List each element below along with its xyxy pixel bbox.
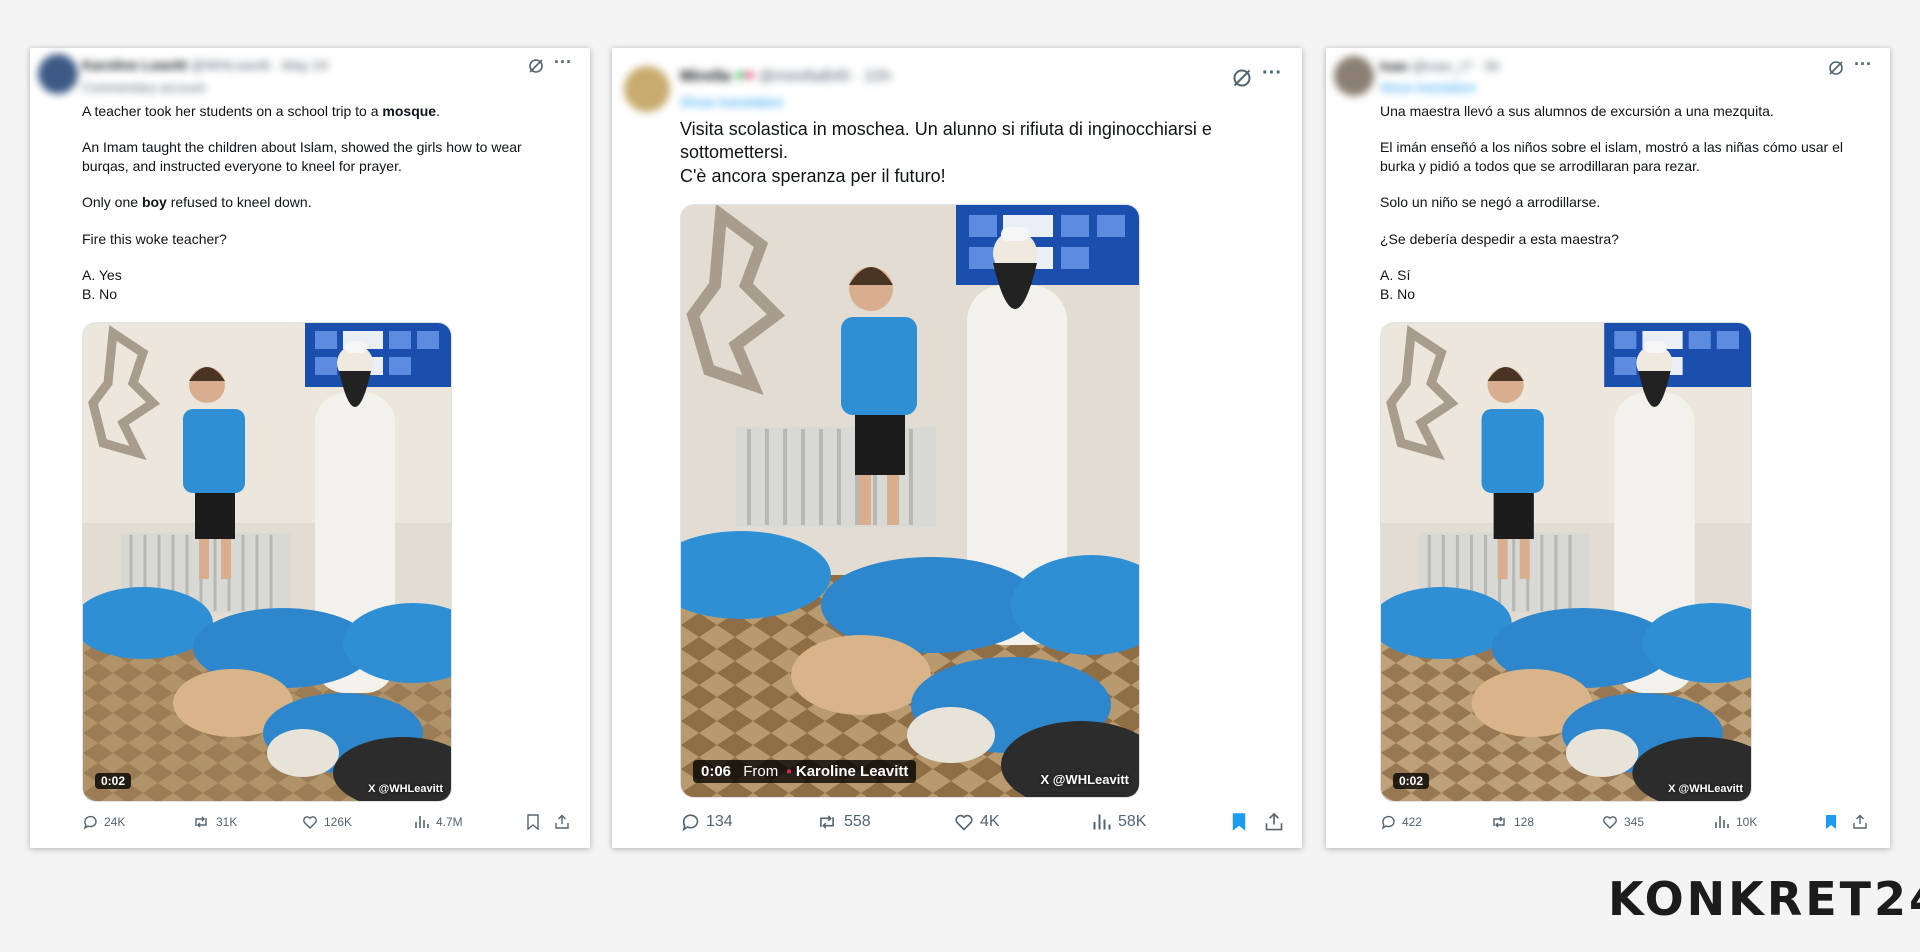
author-avatar[interactable]	[624, 66, 670, 112]
from-label: From	[743, 763, 779, 780]
view-count: 58K	[1118, 813, 1147, 830]
tweet-date: 5h	[1484, 58, 1501, 74]
bookmark-button[interactable]	[1824, 814, 1838, 830]
tweet-text: A teacher took her students on a school …	[82, 103, 522, 302]
like-button[interactable]: 126K	[302, 814, 352, 830]
more-options-icon[interactable]: ···	[1854, 54, 1872, 75]
author-header[interactable]: Karoline Leavitt @WHLeavitt · May 24	[82, 57, 328, 73]
tweet-card-spanish: Ivan @ivan_r7 · 5h Show translation ··· …	[1326, 48, 1890, 848]
grok-icon[interactable]	[1828, 60, 1844, 81]
bookmark-filled-icon	[1232, 813, 1246, 831]
video-frame	[681, 205, 1139, 797]
share-button[interactable]	[1852, 814, 1868, 830]
grok-icon[interactable]	[1232, 68, 1252, 93]
repost-count: 558	[844, 813, 871, 830]
share-icon	[555, 814, 569, 829]
video-watermark: X @WHLeavitt	[1040, 772, 1129, 787]
views-icon	[1093, 814, 1111, 830]
views-button[interactable]: 4.7M	[414, 814, 463, 830]
bookmark-button[interactable]	[526, 814, 540, 830]
reply-count: 24K	[104, 815, 126, 829]
heart-icon	[1603, 816, 1617, 829]
repost-button[interactable]: 128	[1490, 814, 1534, 830]
flag-icon: ▪	[786, 763, 792, 780]
reply-count: 134	[706, 813, 733, 830]
grok-icon[interactable]	[528, 58, 544, 79]
translation-link[interactable]: Show translation	[680, 94, 784, 110]
repost-button[interactable]: 31K	[192, 814, 237, 830]
like-count: 4K	[980, 813, 1000, 830]
author-name[interactable]: Karoline Leavitt	[82, 57, 187, 73]
heart-icon	[303, 816, 317, 829]
video-timestamp: 0:02	[1393, 773, 1430, 789]
author-header[interactable]: Mirella ♥♥ @mirellaB45 · 22h	[680, 68, 891, 86]
author-handle: @mirellaB45	[758, 68, 851, 85]
view-count: 4.7M	[436, 815, 463, 829]
like-button[interactable]: 4K	[954, 812, 1000, 832]
more-options-icon[interactable]: ···	[1262, 62, 1282, 85]
like-count: 345	[1624, 815, 1645, 829]
source-name[interactable]: Karoline Leavitt	[796, 763, 909, 780]
video-player[interactable]: 0:02 X @WHLeavitt	[1380, 322, 1752, 802]
author-header[interactable]: Ivan @ivan_r7 · 5h	[1380, 58, 1500, 74]
view-count: 10K	[1736, 815, 1758, 829]
more-options-icon[interactable]: ···	[554, 52, 572, 73]
reply-button[interactable]: 422	[1380, 814, 1422, 830]
tweet-text: Visita scolastica in moschea. Un alunno …	[680, 119, 1212, 186]
video-timestamp: 0:06	[701, 763, 732, 780]
bookmark-filled-icon	[1826, 815, 1836, 829]
tweet-card-english: Karoline Leavitt @WHLeavitt · May 24 Com…	[30, 48, 590, 848]
video-watermark: X @WHLeavitt	[1668, 783, 1743, 795]
repost-icon	[1493, 816, 1505, 828]
bookmark-button[interactable]	[1230, 812, 1248, 832]
tweet-date: May 24	[282, 57, 329, 73]
tweet-card-italian: Mirella ♥♥ @mirellaB45 · 22h Show transl…	[612, 48, 1302, 848]
share-button[interactable]	[554, 814, 570, 830]
video-source-badge: 0:06 From ▪ Karoline Leavitt	[693, 760, 917, 783]
tweet-date: 22h	[864, 68, 892, 85]
video-player[interactable]: 0:02 X @WHLeavitt	[82, 322, 452, 802]
like-count: 126K	[324, 815, 353, 829]
author-name[interactable]: Ivan	[1380, 58, 1408, 74]
views-icon	[1715, 816, 1729, 828]
views-button[interactable]: 10K	[1714, 814, 1757, 830]
reply-button[interactable]: 24K	[82, 814, 125, 830]
video-frame	[83, 323, 451, 801]
reply-icon	[682, 814, 699, 832]
account-label: Commentary account	[82, 80, 206, 95]
views-icon	[415, 816, 429, 828]
author-handle: @ivan_r7	[1411, 58, 1473, 74]
repost-count: 128	[1514, 815, 1535, 829]
reply-button[interactable]: 134	[680, 812, 733, 832]
konkret24-logo: KONKRET24	[1608, 872, 1920, 926]
heart-icon	[955, 814, 973, 831]
author-avatar[interactable]	[38, 54, 78, 94]
video-player[interactable]: 0:06 From ▪ Karoline Leavitt X @WHLeavit…	[680, 204, 1140, 798]
bookmark-icon	[527, 814, 539, 830]
repost-count: 31K	[216, 815, 238, 829]
reply-count: 422	[1402, 815, 1423, 829]
video-timestamp: 0:02	[95, 773, 132, 789]
repost-icon	[820, 815, 834, 829]
author-avatar[interactable]	[1334, 56, 1374, 96]
video-frame	[1381, 323, 1751, 801]
tweet-text: Una maestra llevó a sus alumnos de excur…	[1380, 103, 1843, 302]
like-button[interactable]: 345	[1602, 814, 1644, 830]
views-button[interactable]: 58K	[1092, 812, 1146, 832]
share-icon	[1265, 812, 1283, 831]
repost-button[interactable]: 558	[816, 812, 871, 832]
translation-link[interactable]: Show translation	[1380, 80, 1476, 95]
video-watermark: X @WHLeavitt	[368, 783, 443, 795]
share-button[interactable]	[1264, 812, 1284, 832]
reply-icon	[1381, 815, 1395, 830]
reply-icon	[83, 815, 97, 830]
author-handle: @WHLeavitt	[190, 57, 270, 73]
author-name[interactable]: Mirella	[680, 68, 731, 85]
share-icon	[1853, 814, 1867, 829]
repost-icon	[195, 816, 207, 828]
